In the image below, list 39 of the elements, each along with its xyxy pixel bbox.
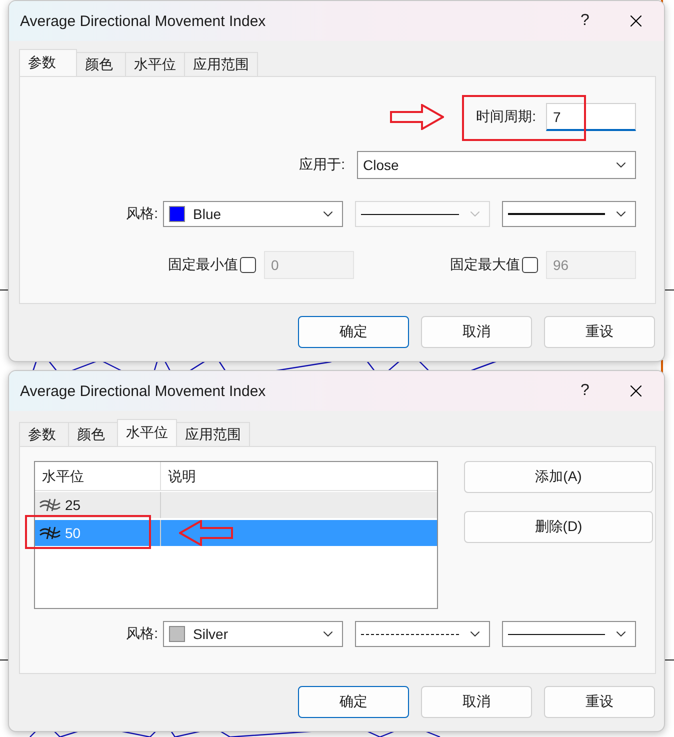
level-icon: [39, 498, 61, 512]
color-dropdown[interactable]: Blue: [163, 201, 343, 227]
fixed-label: 固定最大值: [450, 256, 520, 274]
tab[interactable]: 水平位: [117, 419, 177, 446]
dialog-button[interactable]: 重设: [544, 686, 655, 718]
side-button[interactable]: 添加(A): [464, 461, 653, 493]
period-field[interactable]: 7: [546, 103, 636, 131]
help-button[interactable]: ?: [562, 382, 608, 400]
dialog-button[interactable]: 确定: [298, 316, 409, 348]
period-label: 时间周期:: [476, 108, 536, 126]
arrow-icon: [390, 104, 444, 130]
apply-to-dropdown[interactable]: Close: [357, 151, 636, 179]
apply-to-label: 应用于:: [299, 156, 345, 174]
line-width-dropdown[interactable]: [502, 201, 636, 227]
tab[interactable]: 参数: [19, 49, 77, 76]
tab[interactable]: 应用范围: [176, 422, 250, 446]
dialog-button[interactable]: 重设: [544, 316, 655, 348]
line-width-dropdown[interactable]: [502, 621, 636, 647]
arrow-icon: [179, 520, 233, 546]
level-value: 25: [65, 497, 81, 513]
column-header[interactable]: 水平位: [35, 462, 161, 490]
style-label: 风格:: [126, 205, 158, 223]
color-dropdown[interactable]: Silver: [163, 621, 343, 647]
column-header[interactable]: 说明: [161, 462, 437, 490]
level-icon: [39, 526, 61, 540]
dialog-button[interactable]: 确定: [298, 686, 409, 718]
side-button[interactable]: 删除(D): [464, 511, 653, 543]
tab[interactable]: 应用范围: [184, 52, 258, 76]
fixed-label: 固定最小值: [168, 256, 238, 274]
level-value: 50: [65, 525, 81, 541]
dialog-button[interactable]: 取消: [421, 316, 532, 348]
tab[interactable]: 参数: [19, 422, 69, 446]
style-label: 风格:: [126, 625, 158, 643]
window-title: Average Directional Movement Index: [20, 382, 267, 400]
level-row[interactable]: 25: [35, 492, 437, 518]
help-button[interactable]: ?: [562, 12, 608, 30]
dialog-button[interactable]: 取消: [421, 686, 532, 718]
window-title: Average Directional Movement Index: [20, 12, 267, 30]
line-style-dropdown[interactable]: [355, 621, 490, 647]
